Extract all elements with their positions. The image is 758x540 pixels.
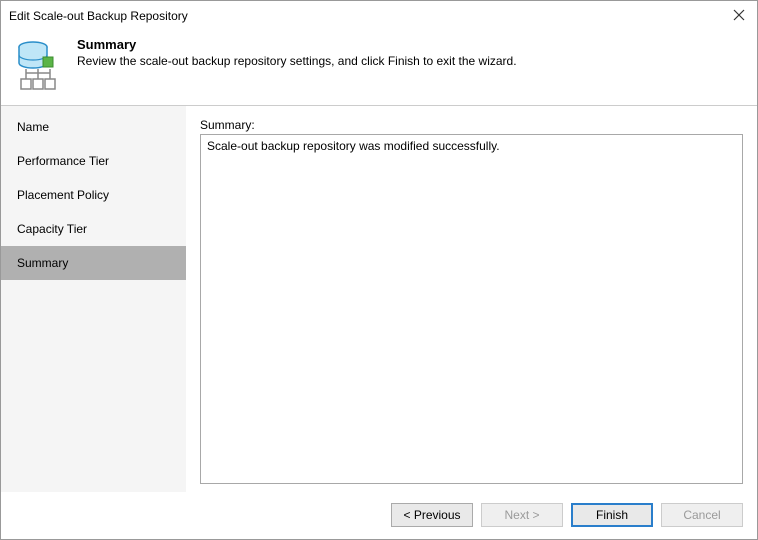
nav-item-performance-tier[interactable]: Performance Tier — [1, 144, 186, 178]
cancel-button: Cancel — [661, 503, 743, 527]
wizard-header: Summary Review the scale-out backup repo… — [1, 31, 757, 106]
wizard-window: Edit Scale-out Backup Repository — [0, 0, 758, 540]
header-text: Summary Review the scale-out backup repo… — [77, 37, 517, 68]
wizard-footer: < Previous Next > Finish Cancel — [1, 492, 757, 539]
close-button[interactable] — [729, 5, 749, 25]
summary-label: Summary: — [200, 118, 743, 132]
next-button: Next > — [481, 503, 563, 527]
close-icon — [733, 9, 745, 21]
wizard-nav: Name Performance Tier Placement Policy C… — [1, 106, 186, 492]
header-description: Review the scale-out backup repository s… — [77, 54, 517, 68]
repository-icon — [11, 37, 65, 91]
nav-item-name[interactable]: Name — [1, 110, 186, 144]
title-bar: Edit Scale-out Backup Repository — [1, 1, 757, 31]
header-title: Summary — [77, 37, 517, 52]
wizard-body: Name Performance Tier Placement Policy C… — [1, 106, 757, 492]
window-title: Edit Scale-out Backup Repository — [9, 9, 188, 23]
nav-item-capacity-tier[interactable]: Capacity Tier — [1, 212, 186, 246]
summary-textbox[interactable]: Scale-out backup repository was modified… — [200, 134, 743, 484]
nav-item-placement-policy[interactable]: Placement Policy — [1, 178, 186, 212]
finish-button[interactable]: Finish — [571, 503, 653, 527]
nav-item-summary[interactable]: Summary — [1, 246, 186, 280]
previous-button[interactable]: < Previous — [391, 503, 473, 527]
wizard-main: Summary: Scale-out backup repository was… — [186, 106, 757, 492]
